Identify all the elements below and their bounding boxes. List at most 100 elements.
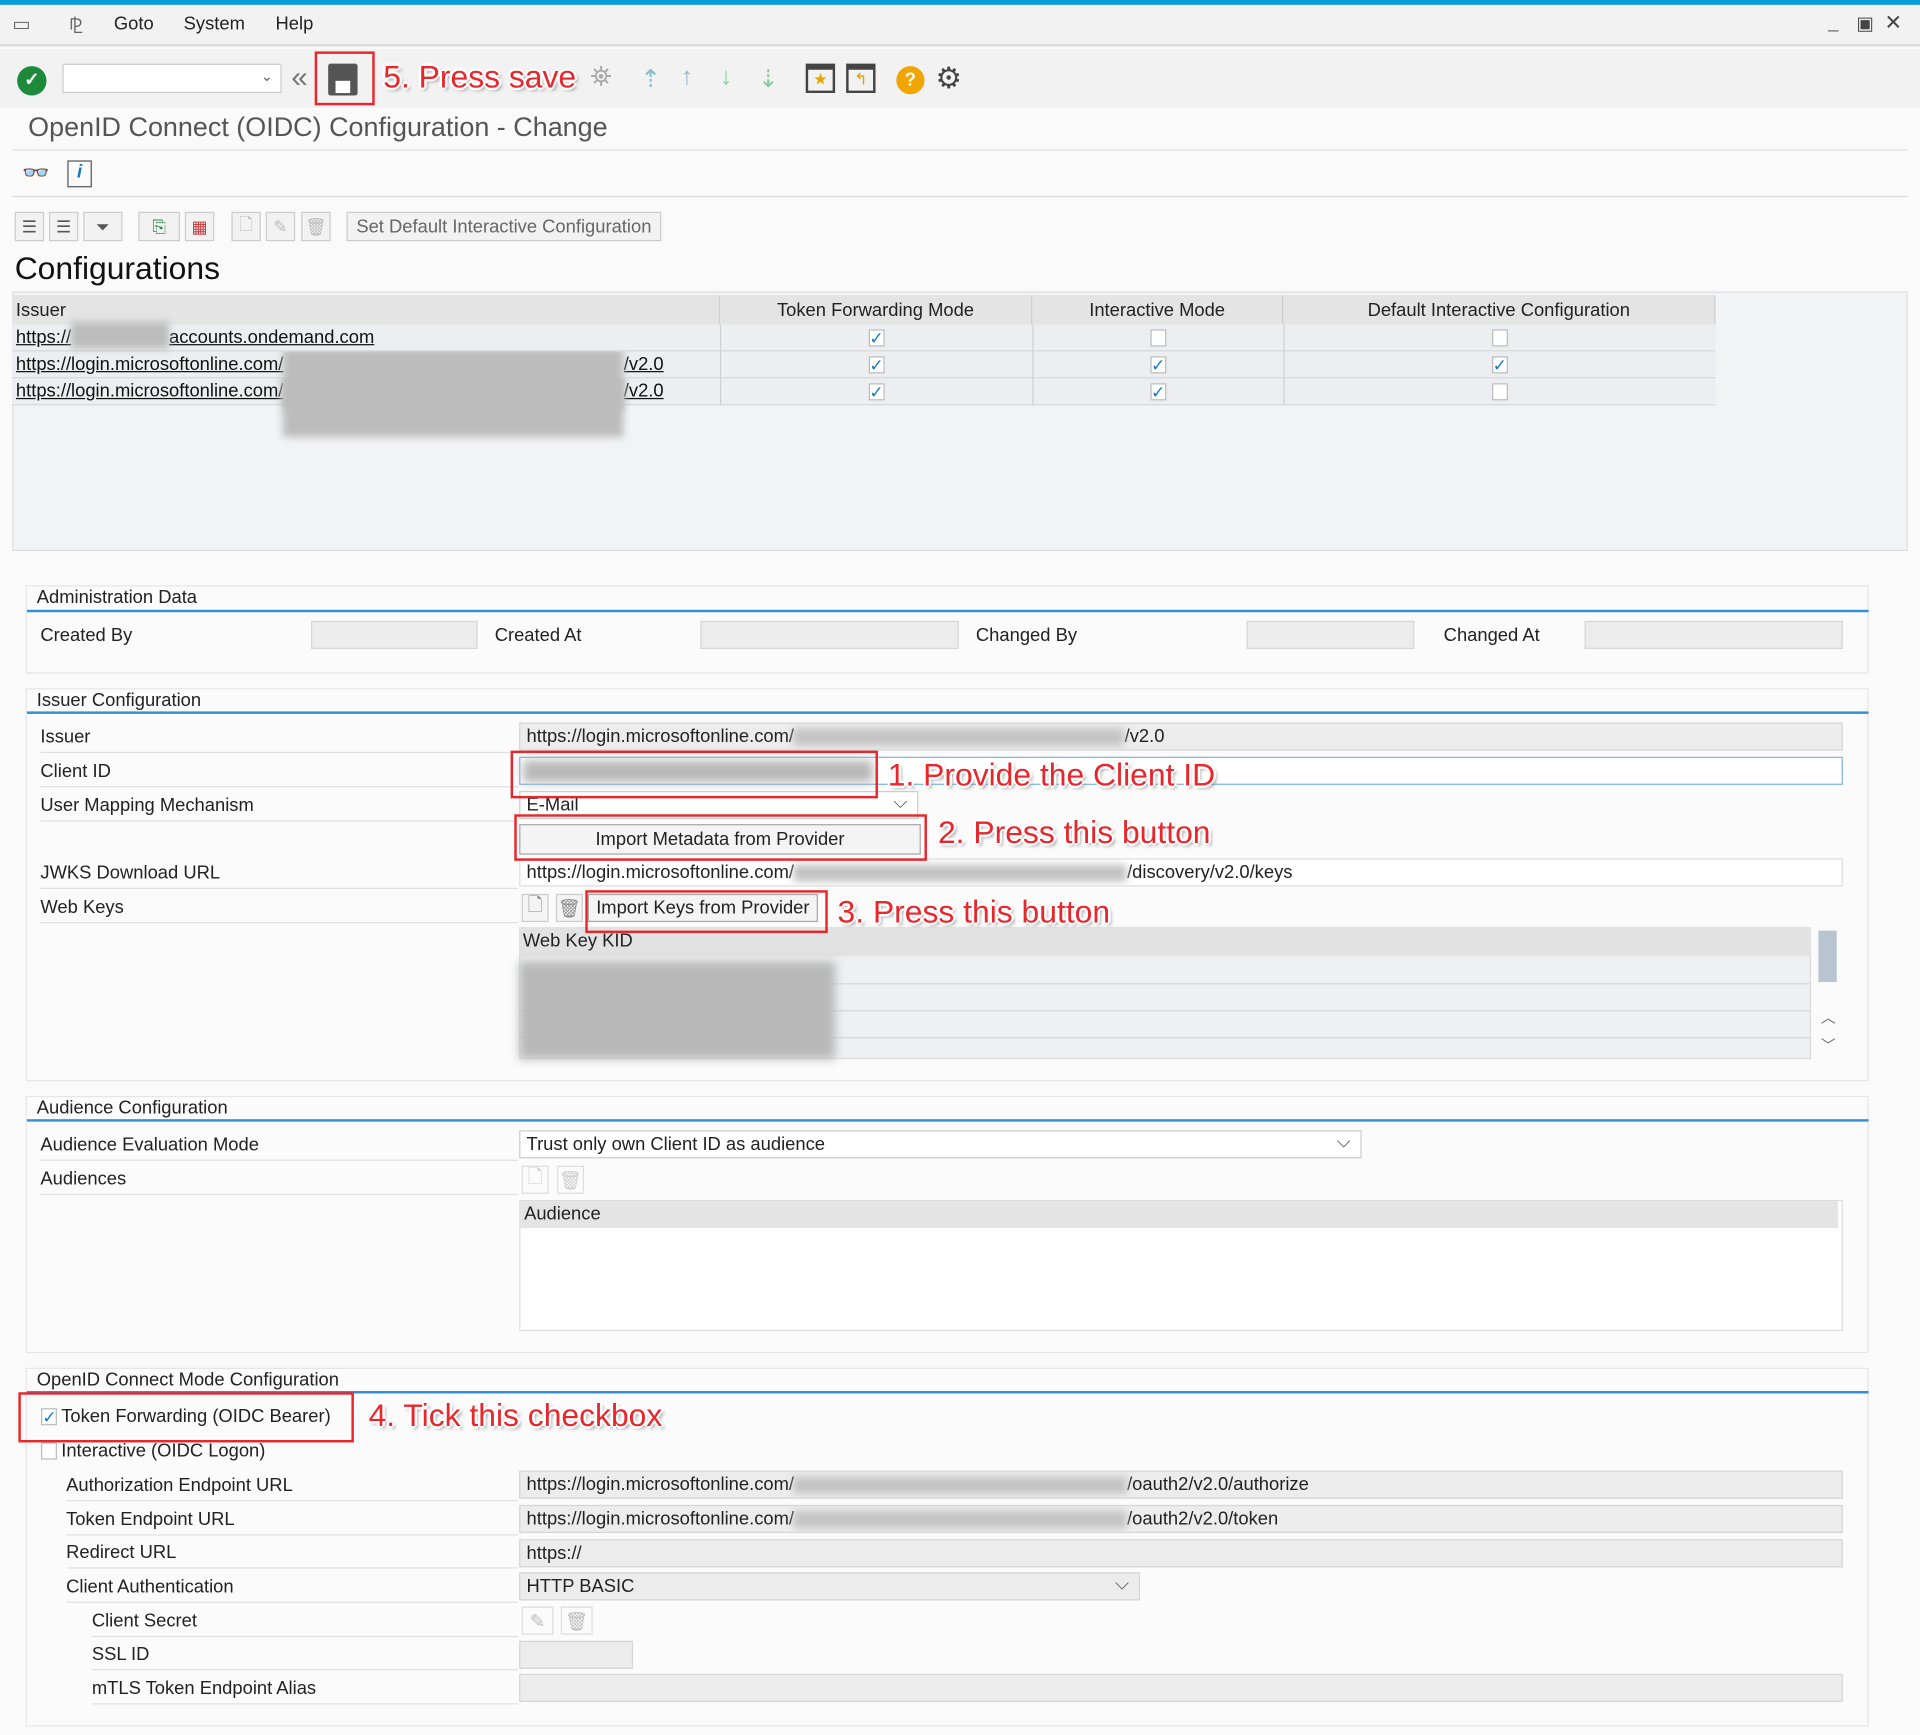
token-forwarding-checkbox[interactable]: ✓ [868, 383, 885, 401]
jwks-suffix: /discovery/v2.0/keys [1127, 862, 1293, 883]
annotation-step3: 3. Press this button [837, 893, 1111, 931]
edit-icon[interactable]: ✎ [265, 211, 296, 242]
section-line [26, 711, 1869, 714]
column-separator [1283, 324, 1285, 352]
changed-at-label: Changed At [1443, 625, 1540, 646]
annotation-step5: 5. Press save [383, 58, 577, 95]
interactive-checkbox[interactable]: ✓ [1149, 356, 1166, 374]
default-interactive-checkbox[interactable] [1491, 329, 1508, 347]
oidc-mode-title: OpenID Connect Mode Configuration [36, 1369, 339, 1391]
column-separator [1032, 351, 1034, 379]
minimize-icon[interactable]: _ [1828, 12, 1838, 33]
token-forwarding-checkbox[interactable]: ✓ [868, 329, 885, 347]
default-interactive-checkbox[interactable] [1491, 383, 1508, 401]
export-icon[interactable]: ⎘ [138, 211, 181, 242]
client-auth-select[interactable]: HTTP BASIC [519, 1572, 1141, 1601]
user-mapping-label: User Mapping Mechanism [40, 795, 254, 817]
issuer-cell[interactable]: https:// accounts.ondemand.com [16, 322, 720, 349]
close-icon[interactable]: ✕ [1884, 11, 1901, 35]
delete-audience-icon[interactable]: 🗑 [557, 1165, 585, 1194]
jwks-label: JWKS Download URL [40, 862, 221, 884]
maximize-icon[interactable]: ▣ [1856, 12, 1873, 34]
changed-by-label: Changed By [975, 625, 1078, 646]
column-header-issuer[interactable]: Issuer [12, 295, 721, 325]
column-separator [1032, 378, 1034, 406]
interactive-checkbox[interactable] [41, 1442, 57, 1460]
redacted-area [794, 728, 1125, 746]
audience-configuration-title: Audience Configuration [36, 1097, 228, 1119]
divider [12, 195, 1908, 198]
command-field[interactable]: ⌄ [62, 63, 282, 94]
filter-icon[interactable]: ⏷ [83, 211, 123, 242]
ssl-id-label: SSL ID [91, 1643, 150, 1665]
scroll-up-icon[interactable]: ︿ [1821, 1007, 1836, 1028]
annotation-box-save [314, 51, 375, 106]
column-header-token-forwarding[interactable]: Token Forwarding Mode [720, 295, 1033, 325]
system-menu-icon[interactable]: ▭ [12, 12, 31, 36]
sort-desc-icon[interactable]: ☰ [48, 211, 79, 242]
find-icon[interactable]: ⛯ [590, 61, 612, 93]
column-header-default-interactive[interactable]: Default Interactive Configuration [1283, 295, 1716, 325]
display-change-icon[interactable]: 👓 [22, 160, 49, 186]
first-page-icon[interactable]: ⇡ [640, 64, 661, 95]
last-page-icon[interactable]: ⇣ [758, 64, 779, 95]
collapse-icon[interactable]: « [291, 61, 307, 95]
chevron-down-icon: ⌄ [260, 67, 274, 85]
column-separator [1283, 351, 1285, 379]
issuer-label: Issuer [40, 726, 91, 748]
menu-system[interactable]: System [184, 13, 245, 34]
table-row[interactable]: https:// accounts.ondemand.com ✓ [12, 322, 1716, 352]
create-key-icon[interactable]: 🗋 [521, 893, 549, 923]
create-icon[interactable]: 🗋 [231, 211, 261, 242]
set-default-interactive-button[interactable]: Set Default Interactive Configuration [346, 211, 662, 242]
redirect-url-field: https:// [519, 1539, 1843, 1568]
jwks-prefix: https://login.microsoftonline.com/ [526, 862, 795, 883]
administration-data-title: Administration Data [36, 587, 198, 608]
shortcut-icon[interactable]: ↰ [846, 63, 876, 94]
sort-asc-icon[interactable]: ☰ [14, 211, 45, 242]
layout-icon[interactable]: ▦ [184, 211, 215, 242]
auth-endpoint-field: https://login.microsoftonline.com/ /oauth… [519, 1470, 1843, 1499]
delete-key-icon[interactable]: 🗑 [555, 893, 583, 923]
token-suffix: /oauth2/v2.0/token [1127, 1508, 1279, 1530]
info-icon[interactable]: i [67, 160, 92, 188]
issuer-prefix: https://login.microsoftonline.com/ [15, 353, 284, 375]
edit-secret-icon[interactable]: ✎ [521, 1606, 554, 1635]
configurations-heading: Configurations [14, 249, 220, 287]
create-session-icon[interactable]: ★ [805, 63, 836, 94]
sap-p-icon[interactable]: ⅊ [69, 11, 83, 39]
help-icon[interactable]: ? [896, 66, 925, 95]
create-audience-icon[interactable]: 🗋 [521, 1165, 549, 1194]
scroll-down-icon[interactable]: ﹀ [1821, 1035, 1836, 1056]
interactive-checkbox[interactable] [1149, 329, 1166, 347]
interactive-checkbox[interactable]: ✓ [1149, 383, 1166, 401]
settings-icon[interactable]: ⚙ [936, 61, 962, 97]
scrollbar-thumb[interactable] [1818, 930, 1837, 983]
delete-icon[interactable]: 🗑 [301, 211, 331, 242]
issuer-link[interactable]: https:// accounts.ondemand.com [16, 322, 374, 349]
interactive-label[interactable]: Interactive (OIDC Logon) [61, 1441, 265, 1462]
redacted-web-keys [519, 961, 836, 1060]
audience-column-header[interactable]: Audience [520, 1201, 1838, 1229]
token-endpoint-field: https://login.microsoftonline.com/ /oauth… [519, 1504, 1843, 1534]
audience-mode-select[interactable]: Trust only own Client ID as audience [519, 1130, 1362, 1159]
default-interactive-checkbox[interactable]: ✓ [1491, 356, 1508, 374]
annotation-box-token-forwarding [18, 1392, 354, 1443]
column-separator [720, 351, 722, 379]
next-page-icon[interactable]: ↓ [720, 64, 732, 92]
previous-page-icon[interactable]: ↑ [681, 64, 693, 92]
client-secret-label: Client Secret [91, 1610, 197, 1632]
auth-endpoint-label: Authorization Endpoint URL [66, 1474, 293, 1496]
table-row[interactable]: https://login.microsoftonline.com/ /v2.0 ✓… [12, 348, 1716, 411]
enter-icon[interactable]: ✓ [17, 66, 47, 96]
column-header-interactive[interactable]: Interactive Mode [1032, 295, 1284, 325]
jwks-url-input[interactable]: https://login.microsoftonline.com/ /disco… [519, 858, 1843, 887]
token-forwarding-checkbox[interactable]: ✓ [868, 356, 885, 374]
issuer-link[interactable]: https://login.microsoftonline.com/ /v2.0 [15, 348, 664, 411]
menu-help[interactable]: Help [276, 13, 314, 34]
menu-goto[interactable]: Goto [114, 13, 154, 34]
created-by-field [311, 620, 478, 649]
annotation-box-import-keys [585, 890, 828, 934]
delete-secret-icon[interactable]: 🗑 [560, 1606, 593, 1635]
issuer-cell[interactable]: https://login.microsoftonline.com/ /v2.0 [15, 348, 720, 411]
